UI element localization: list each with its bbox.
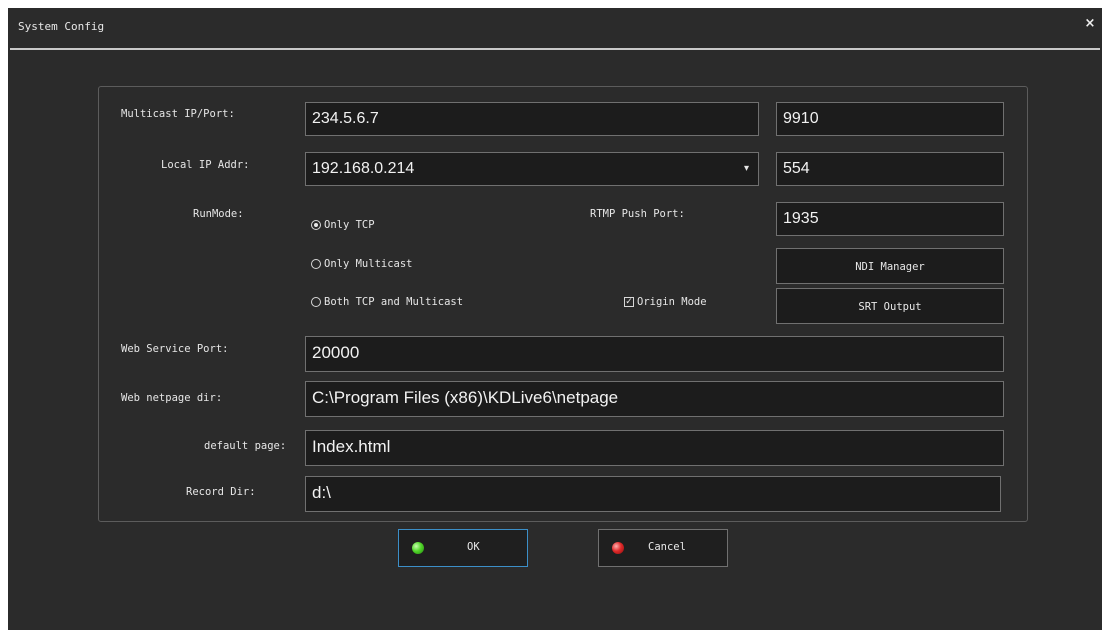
ok-button-label: OK <box>467 541 480 553</box>
radio-unchecked-icon[interactable] <box>311 259 321 269</box>
multicast-ip-input[interactable]: 234.5.6.7 <box>305 102 759 136</box>
origin-mode-label: Origin Mode <box>637 296 707 308</box>
local-ip-value: 192.168.0.214 <box>312 160 415 177</box>
run-mode-label: RunMode: <box>193 208 244 220</box>
radio-checked-icon[interactable] <box>311 220 321 230</box>
system-config-dialog: System Config × Multicast IP/Port: 234.5… <box>8 8 1102 630</box>
local-ip-label: Local IP Addr: <box>161 159 250 171</box>
rtmp-port-input[interactable]: 1935 <box>776 202 1004 236</box>
record-dir-label: Record Dir: <box>186 486 256 498</box>
local-ip-select[interactable]: 192.168.0.214 ▾ <box>305 152 759 186</box>
window-title: System Config <box>18 20 105 33</box>
record-dir-input[interactable]: d:\ <box>305 476 1001 512</box>
green-status-icon <box>412 542 424 554</box>
web-service-port-input[interactable]: 20000 <box>305 336 1004 372</box>
radio-only-tcp[interactable]: Only TCP <box>311 219 375 231</box>
title-separator <box>10 48 1100 50</box>
close-icon[interactable]: × <box>1082 16 1098 32</box>
ok-button[interactable]: OK <box>398 529 528 567</box>
radio-only-multicast-label: Only Multicast <box>324 258 413 270</box>
cancel-button-label: Cancel <box>648 541 686 553</box>
default-page-label: default page: <box>204 440 287 452</box>
ndi-manager-button[interactable]: NDI Manager <box>776 248 1004 284</box>
radio-only-tcp-label: Only TCP <box>324 219 375 231</box>
multicast-label: Multicast IP/Port: <box>121 108 235 120</box>
radio-both-label: Both TCP and Multicast <box>324 296 464 308</box>
srt-output-button[interactable]: SRT Output <box>776 288 1004 324</box>
origin-mode-checkbox[interactable]: ✓ Origin Mode <box>624 296 707 308</box>
rtmp-port-label: RTMP Push Port: <box>590 208 685 220</box>
default-page-input[interactable]: Index.html <box>305 430 1004 466</box>
red-status-icon <box>612 542 624 554</box>
radio-only-multicast[interactable]: Only Multicast <box>311 258 413 270</box>
cancel-button[interactable]: Cancel <box>598 529 728 567</box>
radio-both-tcp-multicast[interactable]: Both TCP and Multicast <box>311 296 463 308</box>
web-service-port-label: Web Service Port: <box>121 343 229 355</box>
checkbox-checked-icon[interactable]: ✓ <box>624 297 634 307</box>
multicast-port-input[interactable]: 9910 <box>776 102 1004 136</box>
web-netpage-dir-input[interactable]: C:\Program Files (x86)\KDLive6\netpage <box>305 381 1004 417</box>
radio-unchecked-icon[interactable] <box>311 297 321 307</box>
web-netpage-dir-label: Web netpage dir: <box>121 392 223 404</box>
title-bar[interactable]: System Config × <box>8 8 1102 44</box>
chevron-down-icon[interactable]: ▾ <box>744 153 749 185</box>
local-port-input[interactable]: 554 <box>776 152 1004 186</box>
